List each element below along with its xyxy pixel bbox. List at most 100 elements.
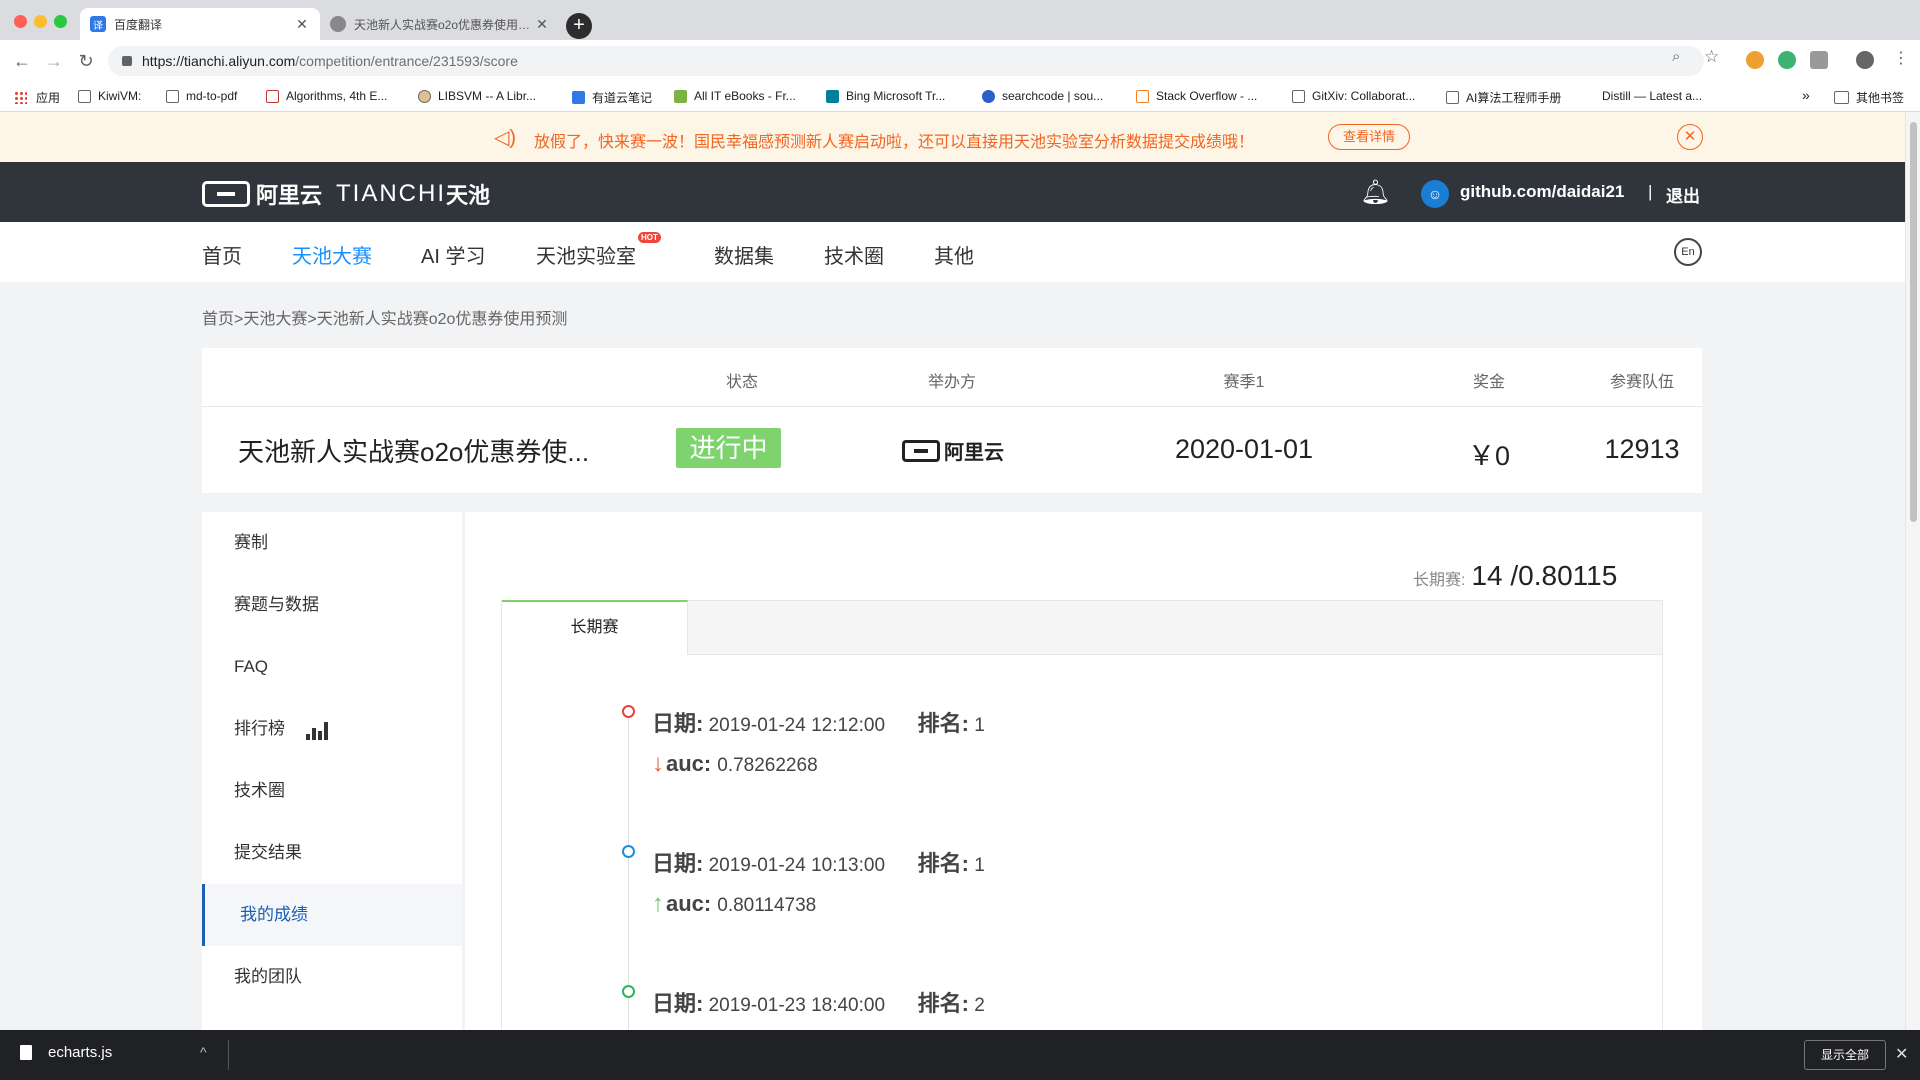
bookmark-item[interactable]: LIBSVM -- A Libr... (418, 89, 536, 103)
browser-tab-bar: 译 百度翻译 ✕ 天池新人实战赛o2o优惠券使用预测 ✕ + (0, 0, 1920, 40)
scrollbar-thumb[interactable] (1910, 122, 1917, 522)
download-item[interactable]: echarts.js (20, 1044, 112, 1061)
window-maximize-button[interactable] (54, 15, 67, 28)
new-tab-button[interactable]: + (566, 13, 592, 39)
close-icon[interactable]: ✕ (1895, 1044, 1908, 1064)
view-details-button[interactable]: 查看详情 (1328, 124, 1410, 150)
bookmark-item[interactable]: KiwiVM: (78, 89, 141, 103)
bookmark-star-icon[interactable]: ☆ (1704, 47, 1719, 67)
tab-close-icon[interactable]: ✕ (294, 16, 310, 33)
bookmark-item[interactable]: md-to-pdf (166, 89, 237, 103)
logout-link[interactable]: 退出 (1666, 182, 1700, 207)
timeline-entry-date: 日期: 2019-01-24 10:13:00 排名: 1 (652, 851, 985, 876)
status-badge: 进行中 (676, 428, 781, 468)
page-icon (1446, 91, 1459, 104)
bookmark-item[interactable]: GitXiv: Collaborat... (1292, 89, 1415, 103)
zoom-icon[interactable]: ⌕ (1672, 48, 1680, 65)
tianchi-logo[interactable]: 阿里云 TIANCHI 天池 (202, 178, 490, 210)
nav-lab[interactable]: 天池实验室 (536, 240, 636, 269)
tab-close-icon[interactable]: ✕ (534, 16, 550, 33)
timeline-entry-date: 日期: 2019-01-24 12:12:00 排名: 1 (652, 711, 985, 736)
window-close-button[interactable] (14, 15, 27, 28)
url-host: https://tianchi.aliyun.com (142, 53, 296, 69)
nav-other[interactable]: 其他 (934, 240, 974, 269)
sidebar-item-rules[interactable]: 赛制 (202, 512, 462, 574)
bookmark-item[interactable]: 有道云笔记 (572, 89, 652, 106)
aliyun-logo-icon (202, 181, 250, 207)
browser-toolbar: ← → ↻ https://tianchi.aliyun.com /compet… (0, 40, 1920, 82)
nav-competitions[interactable]: 天池大赛 (292, 240, 372, 269)
browser-tab-baidu-translate[interactable]: 译 百度翻译 ✕ (80, 8, 320, 40)
announcement-banner: ◁) 放假了，快来赛一波！国民幸福感预测新人赛启动啦，还可以直接用天池实验室分析… (0, 112, 1905, 162)
bookmark-item[interactable]: AI算法工程师手册 (1446, 89, 1561, 106)
back-arrow-icon[interactable]: ← (10, 49, 34, 73)
breadcrumb[interactable]: 首页>天池大赛>天池新人实战赛o2o优惠券使用预测 (202, 305, 567, 329)
page-icon (166, 89, 179, 103)
avatar[interactable]: ☺ (1421, 180, 1449, 208)
sidebar-item-my-scores[interactable]: 我的成绩 (202, 884, 462, 946)
timeline-dot (622, 845, 635, 858)
window-minimize-button[interactable] (34, 15, 47, 28)
arrow-down-icon: ↓ (652, 750, 664, 777)
tab-title: 百度翻译 (114, 17, 163, 32)
nav-datasets[interactable]: 数据集 (714, 240, 774, 269)
timeline-entry-auc: ↑auc: 0.80114738 (652, 890, 817, 917)
divider (228, 1040, 229, 1070)
header-separator: | (1648, 182, 1653, 201)
close-icon[interactable]: ✕ (1677, 124, 1703, 150)
youdao-note-icon (572, 91, 585, 104)
loading-icon (330, 16, 346, 32)
reload-icon[interactable]: ↻ (74, 49, 98, 73)
extension-icon[interactable] (1810, 51, 1828, 69)
sidebar-item-leaderboard[interactable]: 排行榜 (202, 698, 462, 760)
bookmarks-overflow-button[interactable]: » (1802, 87, 1810, 103)
timeline-entry-date: 日期: 2019-01-23 18:40:00 排名: 2 (652, 991, 985, 1016)
username-link[interactable]: github.com/daidai21 (1460, 182, 1624, 202)
bookmark-item[interactable]: Algorithms, 4th E... (266, 89, 387, 103)
bookmark-item[interactable]: All IT eBooks - Fr... (674, 89, 796, 103)
show-all-button[interactable]: 显示全部 (1804, 1040, 1886, 1070)
menu-kebab-icon[interactable]: ⋮ (1893, 48, 1909, 68)
sidebar-item-tech-circle[interactable]: 技术圈 (202, 760, 462, 822)
sidebar-item-submit[interactable]: 提交结果 (202, 822, 462, 884)
timeline-dot (622, 985, 635, 998)
nav-ai-learning[interactable]: AI 学习 (421, 240, 485, 269)
bookmark-item[interactable]: Distill — Latest a... (1602, 89, 1702, 103)
address-bar[interactable]: https://tianchi.aliyun.com /competition/… (108, 46, 1704, 76)
timeline-entry-auc: ↓auc: 0.78262268 (652, 750, 818, 777)
hot-badge: HOT (638, 232, 661, 243)
sidebar-item-faq[interactable]: FAQ (202, 636, 462, 698)
page-scrollbar[interactable] (1905, 112, 1920, 1030)
prize-value: ￥0 (1467, 441, 1511, 471)
tab-long-term[interactable]: 长期赛 (502, 600, 688, 655)
sidebar-item-data[interactable]: 赛题与数据 (202, 574, 462, 636)
sidebar-item-my-team[interactable]: 我的团队 (202, 946, 462, 1008)
bell-icon[interactable]: 🔔︎ (1360, 178, 1390, 207)
tab-title: 天池新人实战赛o2o优惠券使用预测 (354, 17, 534, 32)
bookmark-item[interactable]: Stack Overflow - ... (1136, 89, 1257, 103)
header-teams: 参赛队伍 (1609, 374, 1674, 391)
browser-tab-tianchi[interactable]: 天池新人实战赛o2o优惠券使用预测 ✕ (320, 8, 560, 40)
bookmark-item[interactable]: searchcode | sou... (982, 89, 1103, 103)
megaphone-icon: ◁) (494, 127, 517, 149)
site-header: 阿里云 TIANCHI 天池 🔔︎ ☺ github.com/daidai21 … (0, 162, 1905, 222)
profile-avatar-icon[interactable] (1856, 51, 1874, 69)
chevron-up-icon[interactable]: ^ (200, 1044, 207, 1060)
aliyun-logo-icon (902, 439, 940, 462)
bookmark-apps[interactable]: 应用 (14, 89, 60, 106)
timeline-dot (622, 705, 635, 718)
extension-icon[interactable] (1746, 51, 1764, 69)
divider (202, 406, 1702, 407)
extension-icon[interactable] (1778, 51, 1796, 69)
forward-arrow-icon[interactable]: → (42, 49, 66, 73)
nav-home[interactable]: 首页 (202, 240, 242, 269)
libsvm-icon (418, 89, 431, 103)
main-navigation: 首页 天池大赛 AI 学习 天池实验室 HOT 数据集 技术圈 其他 En (0, 222, 1905, 282)
language-switch-icon[interactable]: En (1674, 238, 1702, 266)
nav-tech-circle[interactable]: 技术圈 (824, 240, 884, 269)
apps-grid-icon (14, 91, 27, 104)
bookmark-item[interactable]: Bing Microsoft Tr... (826, 89, 945, 103)
stackoverflow-icon (1136, 89, 1149, 103)
algorithms-icon (266, 89, 279, 103)
other-bookmarks[interactable]: 其他书签 (1834, 89, 1904, 106)
